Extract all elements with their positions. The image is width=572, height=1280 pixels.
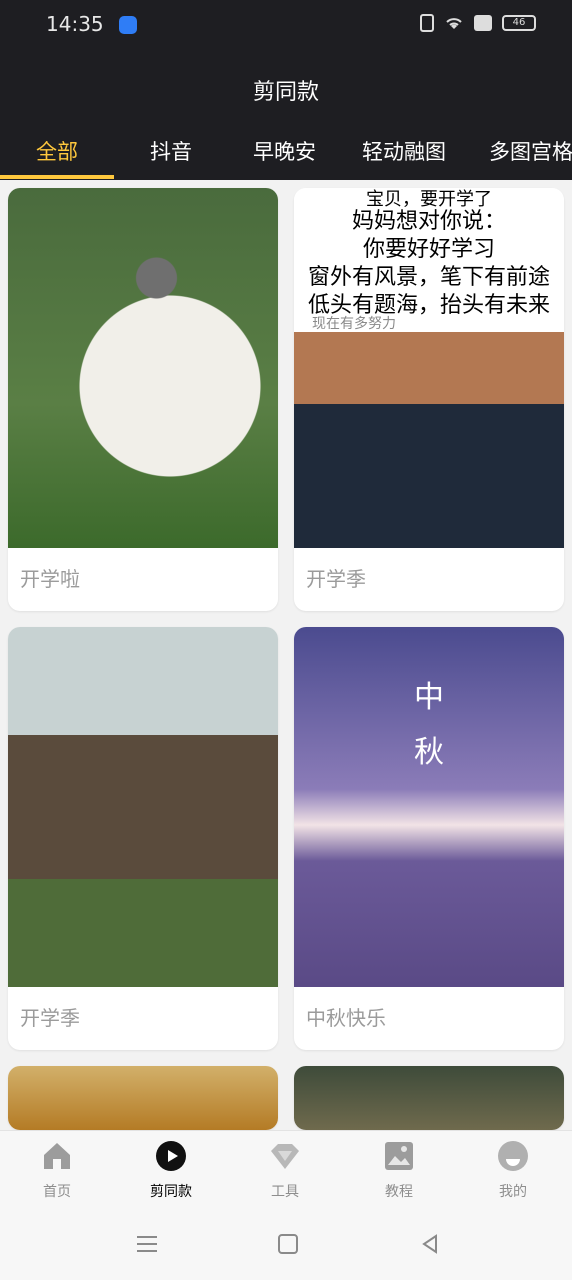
diamond-icon (271, 1144, 299, 1169)
bottom-navigation: 首页 剪同款 工具 教程 我的 (0, 1130, 572, 1209)
back-icon[interactable] (418, 1232, 442, 1256)
nav-profile[interactable]: 我的 (456, 1139, 570, 1201)
template-thumbnail (294, 1066, 564, 1130)
template-thumbnail: 中 秋 (294, 627, 564, 987)
profile-icon (498, 1141, 528, 1171)
home-square-icon[interactable] (276, 1232, 300, 1256)
poem-line: 窗外有风景，笔下有前途 (307, 265, 550, 290)
template-title: 开学啦 (20, 567, 80, 591)
status-time: 14:35 (46, 12, 104, 36)
nav-home[interactable]: 首页 (0, 1139, 114, 1201)
nav-label: 工具 (271, 1184, 299, 1200)
moon-title-bottom: 秋 (414, 735, 444, 770)
nav-tutorial[interactable]: 教程 (342, 1139, 456, 1201)
tab-morning-night[interactable]: 早晚安 (253, 136, 316, 166)
template-grid: 开学啦 宝贝，要开学了 妈妈想对你说： 你要好好学习 窗外有风景，笔下有前途 低… (0, 180, 572, 1130)
template-card[interactable] (8, 1066, 278, 1130)
play-icon (156, 1141, 186, 1171)
nav-label: 我的 (499, 1184, 527, 1200)
app-notification-icon (119, 16, 137, 34)
menu-icon[interactable] (135, 1232, 159, 1256)
template-card[interactable]: 开学季 (8, 627, 278, 1050)
template-title: 开学季 (20, 1006, 80, 1030)
nav-label: 首页 (43, 1184, 71, 1200)
vibrate-icon (420, 14, 434, 32)
system-navigation (0, 1208, 572, 1280)
template-thumbnail (8, 188, 278, 548)
moon-title-top: 中 (414, 680, 444, 715)
category-tabs: 全部 抖音 早晚安 轻动融图 多图宫格 (0, 130, 572, 180)
page-title: 剪同款 (252, 80, 319, 105)
template-thumbnail (8, 627, 278, 987)
template-title: 开学季 (306, 567, 366, 591)
template-card[interactable] (294, 1066, 564, 1130)
template-card[interactable]: 开学啦 (8, 188, 278, 611)
status-icons: 46 (420, 14, 536, 32)
template-title: 中秋快乐 (306, 1006, 386, 1030)
active-tab-indicator (0, 175, 114, 179)
tab-light-motion[interactable]: 轻动融图 (362, 136, 446, 166)
wifi-icon (446, 18, 462, 29)
home-icon (44, 1143, 70, 1169)
nav-label: 教程 (385, 1184, 413, 1200)
tab-multi-grid[interactable]: 多图宫格 (489, 136, 572, 166)
template-card[interactable]: 中 秋 中秋快乐 (294, 627, 564, 1050)
tab-all[interactable]: 全部 (36, 136, 78, 166)
poem-line: 妈妈想对你说： (351, 209, 506, 234)
tab-douyin[interactable]: 抖音 (150, 136, 192, 166)
battery-icon: 46 (502, 15, 536, 31)
template-thumbnail: 宝贝，要开学了 妈妈想对你说： 你要好好学习 窗外有风景，笔下有前途 低头有题海… (294, 188, 564, 548)
nav-tools[interactable]: 工具 (228, 1139, 342, 1201)
poem-subtitle: 现在有多努力 (312, 316, 396, 332)
top-header: 剪同款 (0, 50, 572, 130)
nav-cut-same[interactable]: 剪同款 (114, 1139, 228, 1201)
nav-label: 剪同款 (150, 1184, 192, 1200)
status-bar: 14:35 46 (0, 0, 572, 50)
sim-off-icon (474, 15, 492, 31)
template-card[interactable]: 宝贝，要开学了 妈妈想对你说： 你要好好学习 窗外有风景，笔下有前途 低头有题海… (294, 188, 564, 611)
poem-line: 你要好好学习 (362, 237, 495, 262)
image-icon (385, 1142, 413, 1170)
template-thumbnail (8, 1066, 278, 1130)
